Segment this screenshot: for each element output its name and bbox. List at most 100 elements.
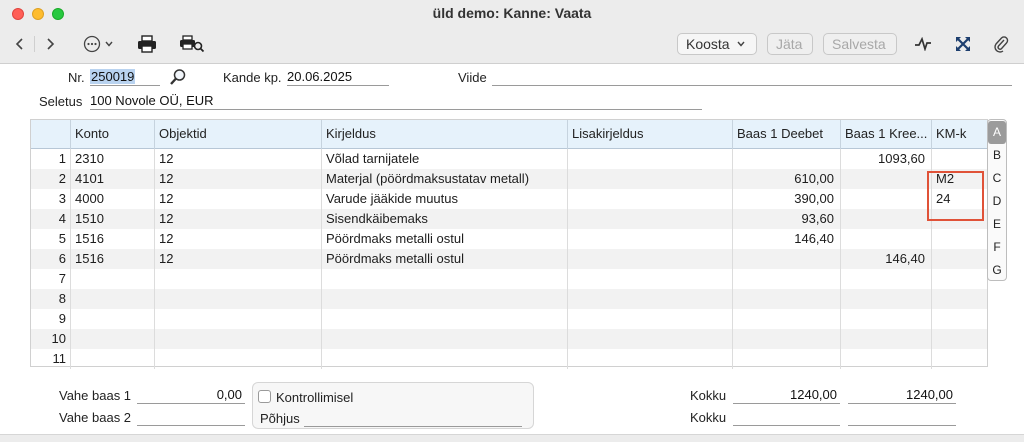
letter-tab[interactable]: E <box>988 213 1006 236</box>
column-objektid[interactable]: Objektid <box>154 120 321 149</box>
column-baas1-deebet[interactable]: Baas 1 Deebet <box>732 120 840 149</box>
cell-kirjeldus[interactable] <box>321 289 567 309</box>
cell-objektid[interactable]: 12 <box>154 189 321 209</box>
cell-deebet[interactable] <box>732 149 840 169</box>
table-row[interactable]: 5 1516 12 Pöördmaks metalli ostul 146,40 <box>31 229 987 249</box>
cell-lisakirjeldus[interactable] <box>567 209 732 229</box>
column-lisakirjeldus[interactable]: Lisakirjeldus <box>567 120 732 149</box>
cell-lisakirjeldus[interactable] <box>567 249 732 269</box>
salvesta-button[interactable]: Salvesta <box>823 33 897 55</box>
cell-konto[interactable]: 1516 <box>70 249 154 269</box>
table-row[interactable]: 3 4000 12 Varude jääkide muutus 390,00 24 <box>31 189 987 209</box>
cell-kirjeldus[interactable] <box>321 269 567 289</box>
attachment-button[interactable] <box>990 33 1012 55</box>
column-konto[interactable]: Konto <box>70 120 154 149</box>
cell-km-k[interactable]: M2 <box>931 169 987 189</box>
table-row[interactable]: 8 <box>31 289 987 309</box>
cell-objektid[interactable]: 12 <box>154 249 321 269</box>
table-row[interactable]: 4 1510 12 Sisendkäibemaks 93,60 <box>31 209 987 229</box>
cell-kreedit[interactable]: 146,40 <box>840 249 931 269</box>
cell-km-k[interactable] <box>931 269 987 289</box>
cell-km-k[interactable] <box>931 209 987 229</box>
cell-kirjeldus[interactable] <box>321 349 567 369</box>
cell-lisakirjeldus[interactable] <box>567 149 732 169</box>
cell-kreedit[interactable] <box>840 349 931 369</box>
cell-kreedit[interactable] <box>840 229 931 249</box>
cell-konto[interactable] <box>70 329 154 349</box>
letter-tab[interactable]: A <box>988 121 1006 144</box>
cell-kirjeldus[interactable]: Sisendkäibemaks <box>321 209 567 229</box>
cell-deebet[interactable]: 93,60 <box>732 209 840 229</box>
cell-konto[interactable] <box>70 289 154 309</box>
cell-deebet[interactable] <box>732 349 840 369</box>
seletus-field[interactable]: 100 Novole OÜ, EUR <box>90 93 702 110</box>
cell-km-k[interactable] <box>931 329 987 349</box>
kokku2-kreedit-field[interactable] <box>848 409 956 426</box>
cell-konto[interactable]: 2310 <box>70 149 154 169</box>
kokku-kreedit-field[interactable]: 1240,00 <box>848 387 956 404</box>
nr-field[interactable]: 250019 <box>90 69 160 86</box>
cell-deebet[interactable]: 390,00 <box>732 189 840 209</box>
table-row[interactable]: 7 <box>31 269 987 289</box>
table-row[interactable]: 10 <box>31 329 987 349</box>
cell-objektid[interactable]: 12 <box>154 229 321 249</box>
cell-kreedit[interactable] <box>840 289 931 309</box>
cell-objektid[interactable] <box>154 329 321 349</box>
cell-kreedit[interactable] <box>840 169 931 189</box>
kokku2-deebet-field[interactable] <box>733 409 840 426</box>
cell-deebet[interactable]: 146,40 <box>732 229 840 249</box>
cell-kreedit[interactable] <box>840 329 931 349</box>
cell-kirjeldus[interactable] <box>321 309 567 329</box>
viide-field[interactable] <box>492 69 1012 86</box>
cell-deebet[interactable] <box>732 309 840 329</box>
cell-km-k[interactable] <box>931 349 987 369</box>
vahe-baas1-field[interactable]: 0,00 <box>137 387 245 404</box>
letter-tab[interactable]: F <box>988 236 1006 259</box>
cell-kirjeldus[interactable]: Võlad tarnijatele <box>321 149 567 169</box>
letter-tab[interactable]: D <box>988 190 1006 213</box>
cell-deebet[interactable] <box>732 329 840 349</box>
table-row[interactable]: 11 <box>31 349 987 369</box>
cell-deebet[interactable] <box>732 249 840 269</box>
cell-kreedit[interactable] <box>840 309 931 329</box>
column-kirjeldus[interactable]: Kirjeldus <box>321 120 567 149</box>
activity-button[interactable] <box>912 33 934 55</box>
cell-objektid[interactable] <box>154 269 321 289</box>
cell-kirjeldus[interactable] <box>321 329 567 349</box>
cell-objektid[interactable]: 12 <box>154 169 321 189</box>
cell-lisakirjeldus[interactable] <box>567 229 732 249</box>
letter-tab[interactable]: G <box>988 259 1006 282</box>
cell-konto[interactable] <box>70 309 154 329</box>
cell-lisakirjeldus[interactable] <box>567 169 732 189</box>
expand-button[interactable] <box>952 33 974 55</box>
kontrollimisel-checkbox[interactable] <box>258 390 271 403</box>
letter-tab[interactable]: C <box>988 167 1006 190</box>
cell-lisakirjeldus[interactable] <box>567 269 732 289</box>
koosta-dropdown[interactable]: Koosta <box>677 33 757 55</box>
cell-km-k[interactable]: 24 <box>931 189 987 209</box>
print-preview-button[interactable] <box>178 33 206 55</box>
cell-konto[interactable]: 4101 <box>70 169 154 189</box>
cell-konto[interactable]: 1516 <box>70 229 154 249</box>
cell-km-k[interactable] <box>931 249 987 269</box>
cell-lisakirjeldus[interactable] <box>567 309 732 329</box>
more-actions-button[interactable] <box>78 33 118 55</box>
cell-kirjeldus[interactable]: Varude jääkide muutus <box>321 189 567 209</box>
vahe-baas2-field[interactable] <box>137 409 245 426</box>
cell-kirjeldus[interactable]: Pöördmaks metalli ostul <box>321 229 567 249</box>
table-row[interactable]: 9 <box>31 309 987 329</box>
column-baas1-kreedit[interactable]: Baas 1 Kree... <box>840 120 931 149</box>
print-button[interactable] <box>136 33 158 55</box>
cell-lisakirjeldus[interactable] <box>567 289 732 309</box>
letter-tab[interactable]: B <box>988 144 1006 167</box>
cell-deebet[interactable] <box>732 289 840 309</box>
cell-deebet[interactable]: 610,00 <box>732 169 840 189</box>
cell-objektid[interactable]: 12 <box>154 149 321 169</box>
cell-objektid[interactable]: 12 <box>154 209 321 229</box>
kokku-deebet-field[interactable]: 1240,00 <box>733 387 840 404</box>
cell-km-k[interactable] <box>931 309 987 329</box>
cell-kirjeldus[interactable]: Materjal (pöördmaksustatav metall) <box>321 169 567 189</box>
cell-kreedit[interactable]: 1093,60 <box>840 149 931 169</box>
forward-button[interactable] <box>40 33 60 55</box>
cell-lisakirjeldus[interactable] <box>567 329 732 349</box>
